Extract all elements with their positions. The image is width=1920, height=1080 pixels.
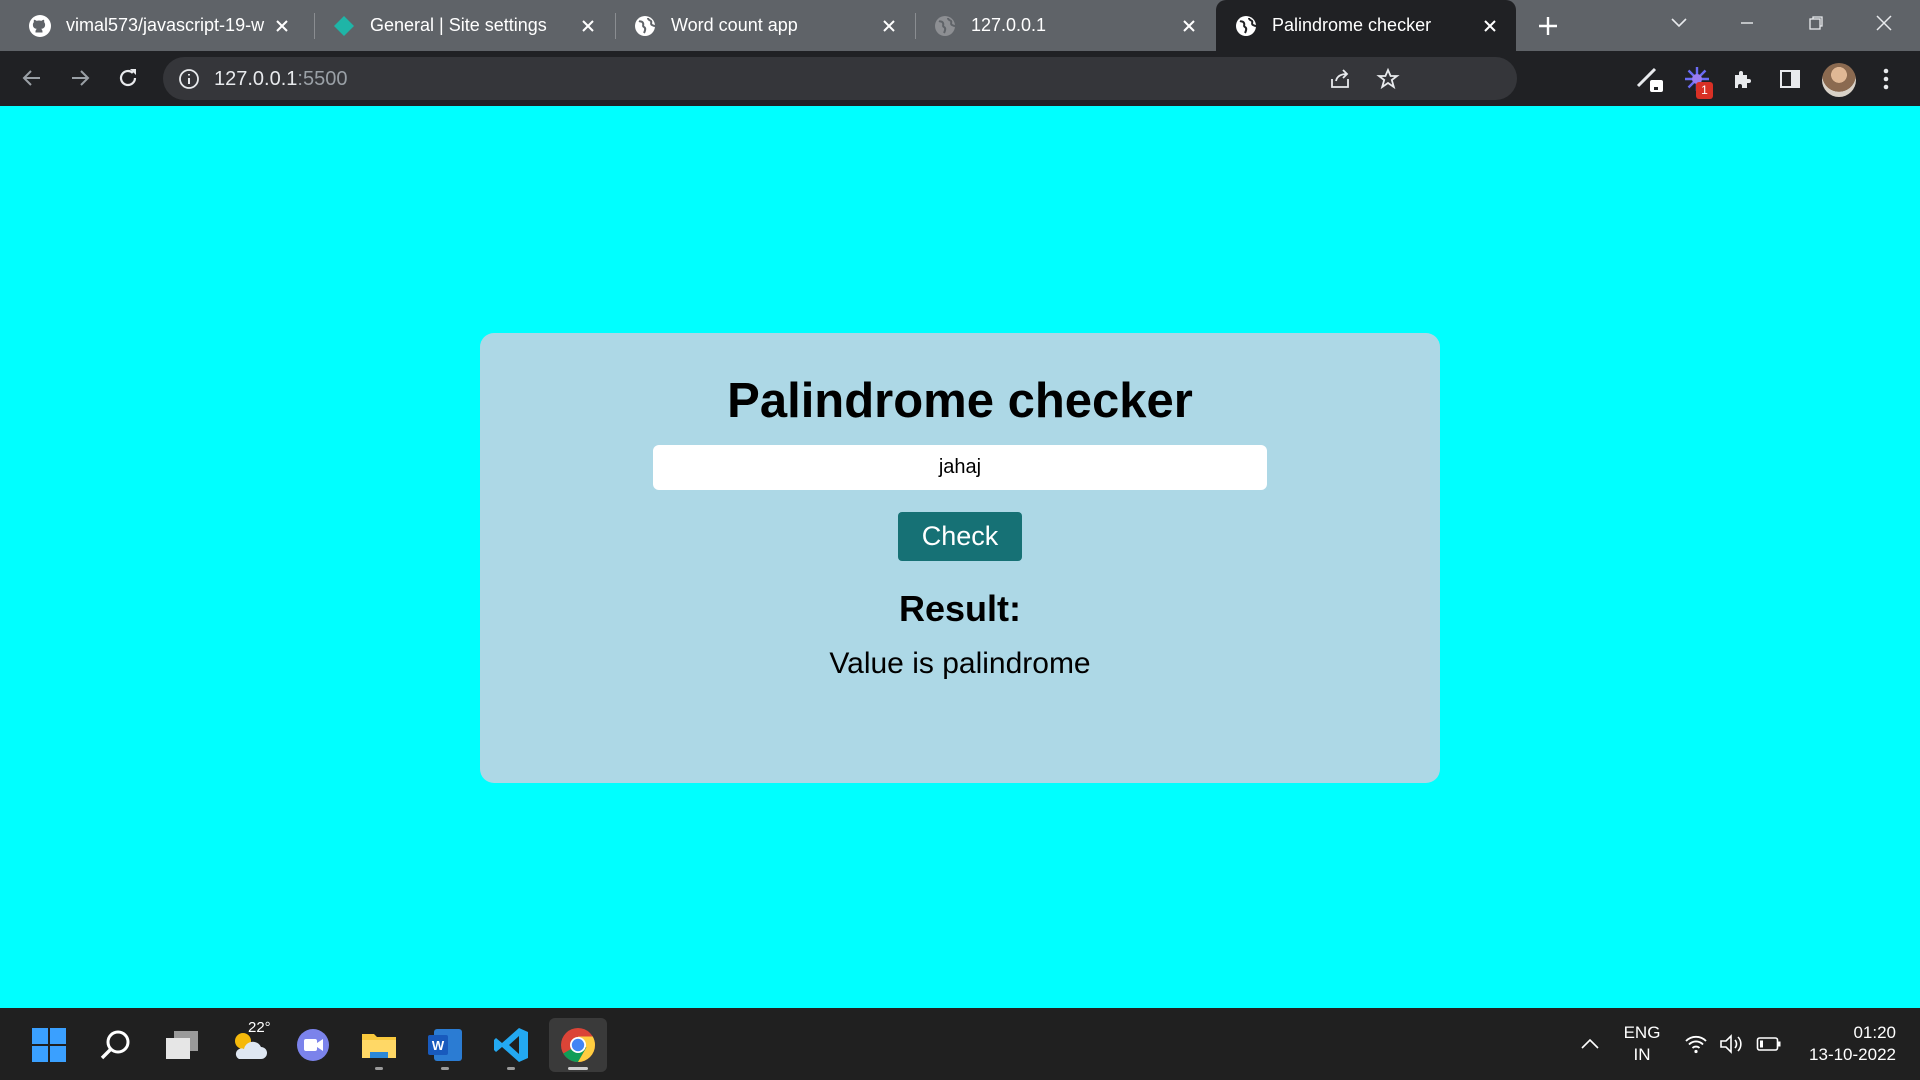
restore-icon [1809,16,1823,30]
tab-title: Word count app [671,15,798,35]
language-code: ENG [1623,1023,1661,1042]
avatar[interactable] [1822,63,1856,97]
start-icon [32,1028,66,1062]
language-indicator[interactable]: ENG IN [1620,1022,1664,1066]
chevron-up-icon [1581,1038,1599,1049]
address-bar[interactable]: 127.0.0.1:5500 [163,57,1517,100]
extension-badge: 1 [1696,82,1713,99]
palindrome-card: Palindrome checker Check Result: Value i… [480,333,1440,783]
wifi-icon[interactable] [1684,1008,1712,1080]
running-indicator [507,1067,515,1070]
url-text: 127.0.0.1:5500 [214,68,347,91]
arrow-right-icon [72,70,90,86]
result-heading: Result: [898,588,1021,629]
clock-date: 13-10-2022 [1809,1045,1896,1064]
vscode-icon [494,1028,528,1062]
check-button[interactable]: Check [898,512,1022,561]
result-text: Value is palindrome [829,647,1091,680]
chrome-icon [561,1028,595,1062]
tab-strip: vimal573/javascript-19-w General | Site … [0,0,1920,51]
close-icon[interactable] [576,14,600,38]
close-icon[interactable] [270,14,294,38]
close-icon[interactable] [1478,14,1502,38]
battery-icon[interactable] [1756,1008,1786,1080]
browser-toolbar: 127.0.0.1:5500 [0,51,1920,106]
pen-extension-icon[interactable] [1634,63,1666,95]
word-button[interactable]: W [418,1018,472,1072]
restore-button[interactable] [1796,6,1836,40]
region-code: IN [1633,1045,1651,1064]
close-window-button[interactable] [1864,6,1904,40]
tab-github[interactable]: vimal573/javascript-19-w [0,0,308,51]
tab-title: Palindrome checker [1272,15,1432,35]
clock-time: 01:20 [1853,1023,1896,1042]
running-indicator [441,1067,449,1070]
globe-icon [933,14,957,38]
close-icon [1876,15,1892,31]
url-port: :5500 [297,68,348,90]
page-content: Palindrome checker Check Result: Value i… [0,106,1920,1008]
globe-icon [633,14,657,38]
tab-word-count[interactable]: Word count app [615,0,915,51]
tab-title: 127.0.0.1 [971,15,1047,35]
forward-button[interactable] [64,62,96,94]
teams-chat-button[interactable] [286,1018,340,1072]
chrome-button[interactable] [549,1018,607,1072]
globe-icon [1234,14,1258,38]
weather-temperature: 22° [248,1019,271,1036]
bookmark-star-icon[interactable] [1375,66,1401,92]
text-input[interactable] [653,445,1267,490]
svg-text:W: W [432,1038,445,1053]
tab-localhost[interactable]: 127.0.0.1 [915,0,1215,51]
reload-button[interactable] [112,62,144,94]
page-title: Palindrome checker [727,374,1193,428]
teams-chat-icon [297,1029,329,1061]
chevron-down-icon [1671,18,1687,28]
file-explorer-button[interactable] [352,1018,406,1072]
minimize-icon [1741,22,1753,24]
show-hidden-icons-button[interactable] [1580,1008,1606,1080]
tab-title: vimal573/javascript-19-w [66,15,265,35]
volume-icon[interactable] [1718,1008,1748,1080]
reload-icon [119,69,137,87]
menu-kebab-icon[interactable] [1870,63,1902,95]
running-indicator [375,1067,383,1070]
tab-search-button[interactable] [1659,6,1699,40]
diamond-icon [332,14,356,38]
clock[interactable]: 01:20 13-10-2022 [1796,1022,1896,1066]
running-indicator [568,1067,588,1070]
tab-title: General | Site settings [370,15,547,35]
vscode-button[interactable] [484,1018,538,1072]
search-icon [100,1030,130,1060]
arrow-left-icon [22,70,40,86]
info-icon[interactable] [177,67,201,91]
word-icon: W [428,1029,462,1061]
side-panel-icon[interactable] [1774,63,1806,95]
share-icon[interactable] [1327,66,1353,92]
new-tab-button[interactable] [1534,12,1562,40]
close-icon[interactable] [877,14,901,38]
url-host: 127.0.0.1 [214,68,298,90]
minimize-button[interactable] [1727,6,1767,40]
tab-palindrome-checker[interactable]: Palindrome checker [1216,0,1516,51]
search-button[interactable] [89,1018,143,1072]
start-button[interactable] [22,1018,76,1072]
extensions-puzzle-icon[interactable] [1727,63,1759,95]
task-view-icon [166,1031,198,1059]
task-view-button[interactable] [155,1018,209,1072]
back-button[interactable] [16,62,48,94]
file-explorer-icon [362,1034,396,1058]
close-icon[interactable] [1177,14,1201,38]
github-icon [28,14,52,38]
plus-icon [1539,17,1557,35]
tab-site-settings[interactable]: General | Site settings [314,0,614,51]
